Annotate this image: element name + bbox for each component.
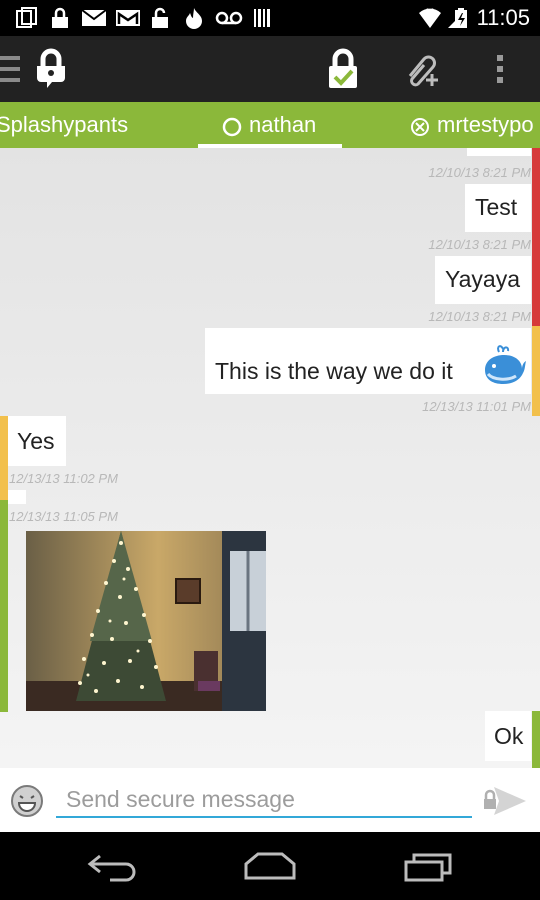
voicemail-icon [215,11,243,25]
message-accent-bar [532,326,540,416]
online-status-icon [222,117,242,137]
gmail-icon [116,10,140,26]
message-bubble-outgoing[interactable]: Yayaya [435,256,531,304]
home-icon [244,852,296,880]
message-accent-bar [532,148,540,180]
message-timestamp: 12/10/13 8:21 PM [428,165,531,180]
unlock-icon [152,7,168,28]
message-bubble-incoming[interactable]: Yes [8,416,66,466]
status-bar: H 11:05 [0,0,540,36]
message-composer [0,768,540,832]
message-timestamp: 12/10/13 8:21 PM [428,309,531,324]
message-text: This is the way we do it [215,358,453,384]
message-timestamp: 12/13/13 11:02 PM [9,471,118,486]
secure-send-icon [484,787,526,815]
drawer-menu-icon [0,56,20,82]
screenshot-icon [16,7,37,28]
message-timestamp: 12/10/13 8:21 PM [428,237,531,252]
mail-icon [81,9,107,26]
message-accent-bar [0,500,8,712]
secure-lock-icon [329,48,357,88]
svg-text:H: H [426,7,434,19]
app-logo-button[interactable] [34,48,68,90]
message-bubble-outgoing[interactable]: Ok [485,711,531,761]
signal-icon: H [426,7,434,19]
offline-status-icon [411,118,429,136]
message-timestamp: 12/13/13 11:01 PM [422,399,531,414]
message-bubble-incoming [8,490,26,504]
action-bar [0,36,540,102]
message-accent-bar [532,180,540,252]
overflow-menu-icon [497,55,503,83]
tab-label: Splashypants [0,112,129,137]
battery-icon [455,8,467,28]
home-button[interactable] [242,850,298,882]
drawer-menu-button[interactable] [0,50,22,88]
message-accent-bar [532,711,540,768]
overflow-menu-button[interactable] [492,52,508,86]
clock: 11:05 [476,5,530,30]
message-accent-bar [0,416,8,500]
back-button[interactable] [86,850,138,882]
lock-icon [52,7,68,28]
attach-button[interactable] [402,50,442,88]
recents-button[interactable] [402,850,454,882]
message-text: Yayaya [445,266,521,292]
encryption-status-button[interactable] [326,48,360,90]
tab-splashypants[interactable]: Splashypants [0,102,128,148]
message-accent-bar [532,252,540,326]
back-icon [87,854,136,882]
barcode-icon [254,9,270,27]
emoji-button[interactable] [10,784,44,818]
whale-icon [485,345,526,384]
send-button[interactable] [482,784,528,818]
system-nav-bar [0,832,540,900]
recents-icon [404,853,452,882]
message-text: Ok [494,723,524,749]
app-lock-icon [37,48,65,88]
christmas-tree-photo [26,531,266,711]
smiley-icon [11,785,43,817]
attach-icon [408,55,438,87]
message-input[interactable] [56,782,472,818]
tab-label: nathan [249,112,317,137]
message-text: Yes [17,428,55,454]
message-bubble-outgoing[interactable]: This is the way we do it [205,328,531,394]
message-timestamp: 12/13/13 11:05 PM [9,509,118,524]
contact-tab-strip: Splashypants nathan mrtestypo [0,102,540,148]
image-attachment[interactable] [26,531,266,711]
flame-icon [186,8,202,29]
tab-label: mrtestypo [437,112,534,137]
message-bubble-outgoing[interactable] [467,148,531,156]
message-bubble-outgoing[interactable]: Test [465,184,531,232]
message-text: Test [475,194,518,220]
message-list[interactable]: 12/10/13 8:21 PM Test 12/10/13 8:21 PM Y… [0,148,540,768]
